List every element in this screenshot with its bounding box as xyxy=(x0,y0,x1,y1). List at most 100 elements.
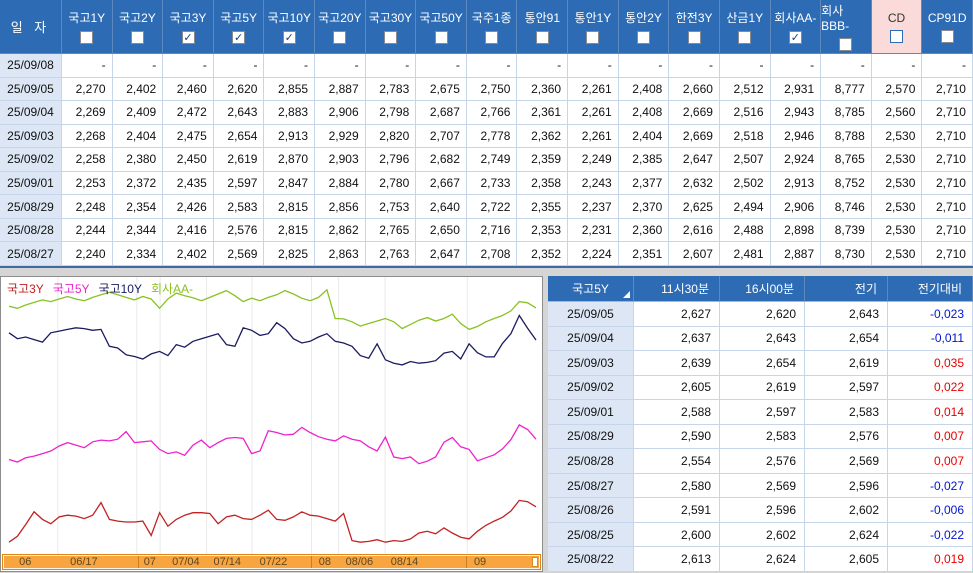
unchecked-checkbox[interactable] xyxy=(485,31,499,44)
time-1130-cell: 2,639 xyxy=(634,351,720,376)
previous-cell: 2,643 xyxy=(805,302,888,327)
time-1600-cell: 2,619 xyxy=(720,375,805,401)
rate-cell: - xyxy=(871,54,923,78)
unchecked-checkbox[interactable] xyxy=(738,31,752,44)
rate-cell: 2,569 xyxy=(213,242,265,266)
rate-cell: 2,359 xyxy=(517,148,569,172)
rate-cell: 2,360 xyxy=(618,218,670,243)
unchecked-checkbox[interactable] xyxy=(130,31,144,44)
column-header: 11시30분 xyxy=(634,276,720,302)
time-1130-cell: 2,605 xyxy=(634,375,720,401)
row-date: 25/09/03 xyxy=(548,351,634,376)
checked-checkbox[interactable]: ✓ xyxy=(282,31,296,44)
previous-cell: 2,596 xyxy=(805,473,888,499)
rate-cell: 2,402 xyxy=(163,242,214,266)
rate-cell: 2,716 xyxy=(466,218,518,243)
column-header: 국주1종 xyxy=(466,0,518,54)
rate-cell: 2,261 xyxy=(568,101,619,125)
column-header: 국고5Y ✓ xyxy=(213,0,265,54)
previous-cell: 2,619 xyxy=(805,351,888,376)
date-column-header: 일 자 xyxy=(0,0,62,54)
series-line-국고3Y xyxy=(8,499,537,543)
checked-checkbox[interactable]: ✓ xyxy=(788,31,802,44)
series-selector[interactable]: 국고5Y xyxy=(548,276,634,302)
rate-cell: 2,352 xyxy=(517,242,569,266)
rate-cell: - xyxy=(416,54,467,78)
rate-cell: 2,355 xyxy=(517,195,569,219)
rate-cell: 2,258 xyxy=(62,148,113,172)
rate-cell: 2,576 xyxy=(213,218,265,243)
rate-cell: 2,530 xyxy=(871,148,923,172)
rate-cell: 2,450 xyxy=(163,148,214,172)
rate-cell: 2,815 xyxy=(264,218,316,243)
time-1130-cell: 2,600 xyxy=(634,522,720,548)
unchecked-checkbox[interactable] xyxy=(940,29,954,43)
rate-cell: 2,856 xyxy=(315,195,366,219)
rate-cell: 2,778 xyxy=(466,124,518,149)
unchecked-checkbox[interactable] xyxy=(586,31,600,44)
scrollbar-tick xyxy=(137,556,139,568)
rate-cell: 2,408 xyxy=(618,77,670,102)
x-axis-label: 08/06 xyxy=(345,556,374,568)
rate-cell: - xyxy=(315,54,366,78)
rate-cell: 2,354 xyxy=(112,195,164,219)
rate-cell: - xyxy=(618,54,670,78)
rate-cell: 2,650 xyxy=(416,218,467,243)
time-1600-cell: 2,624 xyxy=(720,547,805,572)
legend-item: 국고5Y xyxy=(52,282,90,296)
unchecked-checkbox[interactable] xyxy=(637,31,651,44)
previous-cell: 2,624 xyxy=(805,522,888,548)
rate-cell: 2,361 xyxy=(517,101,569,125)
rate-cell: 8,746 xyxy=(821,195,872,219)
rate-cell: 2,883 xyxy=(264,101,316,125)
column-header: 통안1Y xyxy=(568,0,619,54)
row-date: 25/08/27 xyxy=(0,242,62,266)
rate-cell: 2,530 xyxy=(871,218,923,243)
previous-cell: 2,576 xyxy=(805,424,888,450)
rate-cell: 2,884 xyxy=(315,171,366,196)
diff-cell: 0,014 xyxy=(888,400,973,425)
scrollbar-thumb[interactable] xyxy=(532,557,538,567)
diff-cell: -0,027 xyxy=(888,473,973,499)
diff-cell: 0,007 xyxy=(888,424,973,450)
unchecked-checkbox[interactable] xyxy=(383,31,397,44)
diff-cell: -0,022 xyxy=(888,522,973,548)
rate-cell: 2,796 xyxy=(365,148,417,172)
column-header: CP91D xyxy=(922,0,973,54)
unchecked-checkbox[interactable] xyxy=(80,31,94,44)
checked-checkbox[interactable]: ✓ xyxy=(181,31,195,44)
time-1130-cell: 2,590 xyxy=(634,424,720,450)
unchecked-checkbox[interactable] xyxy=(839,38,853,51)
detail-rates-table: 국고5Y 11시30분 16시00분 전기 전기대비 25/09/05 2,627 2,620… xyxy=(548,276,973,572)
rate-cell: 2,402 xyxy=(112,77,164,102)
previous-cell: 2,583 xyxy=(805,400,888,425)
unchecked-checkbox[interactable] xyxy=(434,31,448,44)
unchecked-checkbox[interactable] xyxy=(333,31,347,44)
row-date: 25/08/22 xyxy=(548,547,634,572)
column-header: 전기대비 xyxy=(888,276,973,302)
rate-cell: 2,780 xyxy=(365,171,417,196)
rate-cell: 2,237 xyxy=(568,195,619,219)
rate-cell: 2,898 xyxy=(770,218,822,243)
time-1600-cell: 2,576 xyxy=(720,449,805,474)
rate-cell: 2,516 xyxy=(719,101,771,125)
chart-date-scrollbar[interactable]: 06 06/17 07 07/04 07/14 07/22 08 08/06 08/14 09 xyxy=(2,554,541,570)
rate-cell: 2,261 xyxy=(568,124,619,149)
column-header: 국고2Y xyxy=(112,0,164,54)
rate-cell: 2,906 xyxy=(770,195,822,219)
checked-checkbox[interactable]: ✓ xyxy=(232,31,246,44)
unchecked-checkbox[interactable] xyxy=(687,31,701,44)
rate-cell: 2,488 xyxy=(719,218,771,243)
column-header: 회사AA- ✓ xyxy=(770,0,822,54)
time-1600-cell: 2,654 xyxy=(720,351,805,376)
row-date: 25/09/02 xyxy=(0,148,62,172)
unchecked-checkbox[interactable] xyxy=(890,29,904,43)
rate-cell: 2,707 xyxy=(416,124,467,149)
row-date: 25/09/01 xyxy=(0,171,62,196)
rate-cell: 2,231 xyxy=(568,218,619,243)
rate-cell: 2,733 xyxy=(466,171,518,196)
rate-cell: - xyxy=(568,54,619,78)
unchecked-checkbox[interactable] xyxy=(535,31,549,44)
row-date: 25/08/26 xyxy=(548,498,634,523)
rate-cell: 2,372 xyxy=(112,171,164,196)
